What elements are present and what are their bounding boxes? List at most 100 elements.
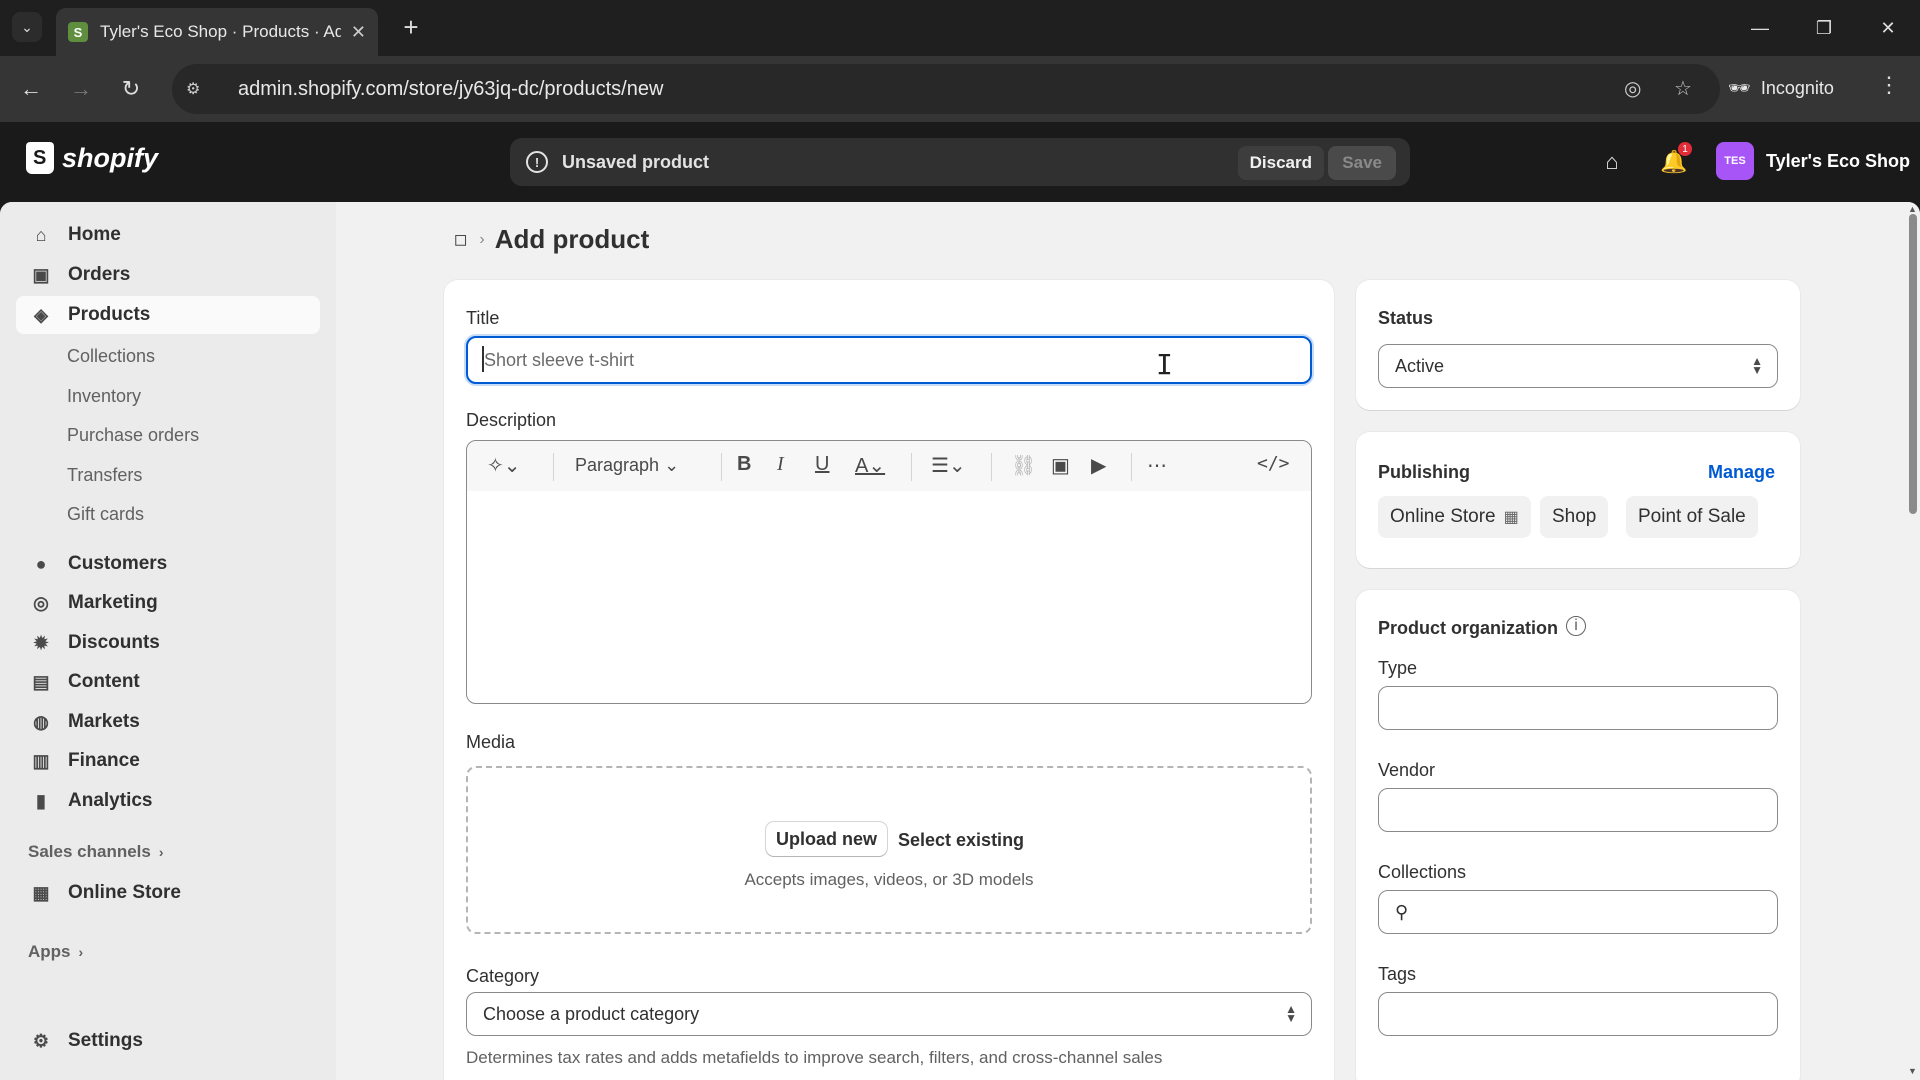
toolbar-divider (911, 453, 912, 481)
info-icon[interactable]: i (1566, 616, 1586, 636)
sidebar-item-label: Marketing (68, 592, 158, 613)
paragraph-format-dropdown[interactable]: Paragraph ⌄ (575, 455, 679, 476)
sidebar-item-orders[interactable]: ▣ Orders (16, 256, 320, 294)
discard-button[interactable]: Discard (1237, 146, 1324, 180)
sidebar-item-discounts[interactable]: ✹ Discounts (16, 624, 320, 662)
close-window-icon[interactable]: ✕ (1868, 10, 1908, 46)
shopify-logo[interactable]: shopify (26, 142, 158, 174)
underline-icon[interactable]: U (815, 453, 829, 476)
title-input[interactable]: Short sleeve t-shirt (466, 336, 1312, 384)
eye-off-icon[interactable]: ◎ (1624, 76, 1641, 101)
upload-new-button[interactable]: Upload new (766, 822, 888, 856)
publishing-card: Publishing Manage Online Store ▦ Shop Po… (1356, 432, 1800, 568)
collections-search-input[interactable]: ⚲ (1378, 890, 1778, 934)
tab-search-button[interactable]: ⌄ (12, 12, 42, 42)
sidebar-item-label: Markets (68, 711, 140, 732)
sidebar-item-products[interactable]: ◈ Products (16, 296, 320, 334)
shopify-favicon-icon: S (68, 22, 88, 42)
sidebar-item-label: Orders (68, 264, 131, 285)
inbox-icon: ▣ (32, 264, 50, 285)
sidebar-item-home[interactable]: ⌂ Home (16, 216, 320, 254)
channel-label: Online Store (1390, 506, 1496, 527)
sidebar-subitem-collections[interactable]: Collections (67, 340, 155, 372)
manage-link[interactable]: Manage (1708, 462, 1775, 483)
status-label: Status (1378, 308, 1434, 328)
text-caret (482, 346, 484, 372)
admin-app: ⌂ Home ▣ Orders ◈ Products Collections I… (0, 202, 1920, 1080)
sidebar-item-content[interactable]: ▤ Content (16, 663, 320, 701)
scroll-up-icon[interactable]: ▲ (1908, 204, 1917, 214)
sidebar-item-label: Discounts (68, 632, 160, 653)
sidebar-subitem-transfers[interactable]: Transfers (67, 459, 142, 491)
sidebar-item-label: Home (68, 224, 121, 245)
link-icon[interactable]: ⛓ (1011, 453, 1036, 478)
bold-icon[interactable]: B (737, 453, 751, 476)
tags-input[interactable] (1378, 992, 1778, 1036)
code-view-icon[interactable]: </> (1257, 453, 1290, 474)
bookmark-star-icon[interactable]: ☆ (1674, 76, 1692, 101)
notification-badge: 1 (1678, 142, 1692, 156)
channel-online-store[interactable]: Online Store ▦ (1378, 496, 1531, 538)
align-icon[interactable]: ☰⌄ (931, 453, 966, 478)
channel-shop[interactable]: Shop (1540, 496, 1609, 538)
status-card: Status Active ▲ ▼ (1356, 280, 1800, 410)
sidebar-item-label: Finance (68, 750, 140, 771)
sidebar-item-label: Settings (68, 1030, 143, 1051)
close-tab-icon[interactable]: ✕ (351, 22, 366, 43)
sidebar-item-online-store[interactable]: ▦ Online Store (16, 874, 320, 912)
browser-menu-icon[interactable]: ⋮ (1878, 72, 1900, 98)
type-input[interactable] (1378, 686, 1778, 730)
address-bar[interactable]: ⚙ admin.shopify.com/store/jy63jq-dc/prod… (172, 64, 1720, 114)
scroll-down-icon[interactable]: ▼ (1908, 1066, 1917, 1076)
person-icon: ● (35, 553, 47, 574)
apps-heading[interactable]: Apps › (28, 942, 83, 962)
select-existing-button[interactable]: Select existing (898, 830, 1024, 851)
sidebar-item-marketing[interactable]: ◎ Marketing (16, 584, 320, 622)
sidebar-item-analytics[interactable]: ▮ Analytics (16, 782, 320, 820)
sidebar-item-settings[interactable]: ⚙ Settings (16, 1022, 320, 1060)
notifications-bell-icon[interactable]: 🔔 1 (1658, 142, 1692, 178)
page-scrollbar[interactable]: ▲ ▼ (1906, 202, 1920, 1080)
reload-icon[interactable]: ↻ (114, 72, 148, 106)
incognito-indicator[interactable]: 🕶 Incognito (1728, 66, 1858, 110)
description-editor[interactable]: ✧⌄ Paragraph ⌄ B I U A⌄ ☰⌄ ⛓ ▣ ▶ ⋯ </> (466, 440, 1312, 704)
status-select[interactable]: Active ▲ ▼ (1378, 344, 1778, 388)
more-options-icon[interactable]: ⋯ (1147, 453, 1167, 478)
sidebar-item-markets[interactable]: ◍ Markets (16, 703, 320, 741)
shopify-inbox-icon[interactable]: ⌂ (1596, 146, 1628, 178)
back-icon[interactable]: ← (14, 72, 48, 106)
sidebar-subitem-purchase-orders[interactable]: Purchase orders (67, 419, 199, 451)
search-icon: ⚲ (1395, 901, 1409, 922)
save-button[interactable]: Save (1328, 146, 1396, 180)
browser-tab[interactable]: S Tyler's Eco Shop · Products · Ad ✕ (56, 8, 378, 56)
media-hint: Accepts images, videos, or 3D models (744, 870, 1034, 889)
site-info-icon[interactable]: ⚙ (186, 79, 216, 99)
bank-icon: ▥ (32, 750, 50, 771)
sidebar-item-label: Content (68, 671, 140, 692)
video-icon[interactable]: ▶ (1091, 453, 1106, 478)
minimize-icon[interactable]: — (1740, 10, 1780, 46)
sidebar-subitem-gift-cards[interactable]: Gift cards (67, 498, 144, 530)
scroll-thumb[interactable] (1909, 214, 1917, 514)
media-dropzone[interactable]: Upload new Select existing Accepts image… (466, 766, 1312, 934)
store-menu-button[interactable]: TES Tyler's Eco Shop (1716, 142, 1910, 180)
category-select[interactable]: Choose a product category ▲ ▼ (466, 992, 1312, 1036)
forward-icon[interactable]: → (64, 72, 98, 106)
text-cursor-icon: I (1156, 348, 1173, 381)
ai-magic-icon[interactable]: ✧⌄ (487, 453, 521, 478)
products-tag-icon[interactable]: ◇ (445, 225, 474, 254)
restore-icon[interactable]: ❐ (1804, 10, 1844, 46)
sidebar-item-finance[interactable]: ▥ Finance (16, 742, 320, 780)
vendor-input[interactable] (1378, 788, 1778, 832)
sales-channels-heading[interactable]: Sales channels › (28, 842, 164, 862)
sidebar-item-customers[interactable]: ● Customers (16, 545, 320, 583)
italic-icon[interactable]: I (777, 453, 784, 476)
channel-point-of-sale[interactable]: Point of Sale (1626, 496, 1758, 538)
new-tab-button[interactable]: + (396, 12, 426, 42)
browser-tab-bar: ⌄ S Tyler's Eco Shop · Products · Ad ✕ +… (0, 0, 1920, 56)
sidebar-subitem-inventory[interactable]: Inventory (67, 380, 141, 412)
page-title: Add product (494, 224, 650, 254)
text-color-icon[interactable]: A⌄ (855, 453, 885, 478)
publishing-label: Publishing (1378, 462, 1470, 482)
image-icon[interactable]: ▣ (1051, 453, 1070, 478)
